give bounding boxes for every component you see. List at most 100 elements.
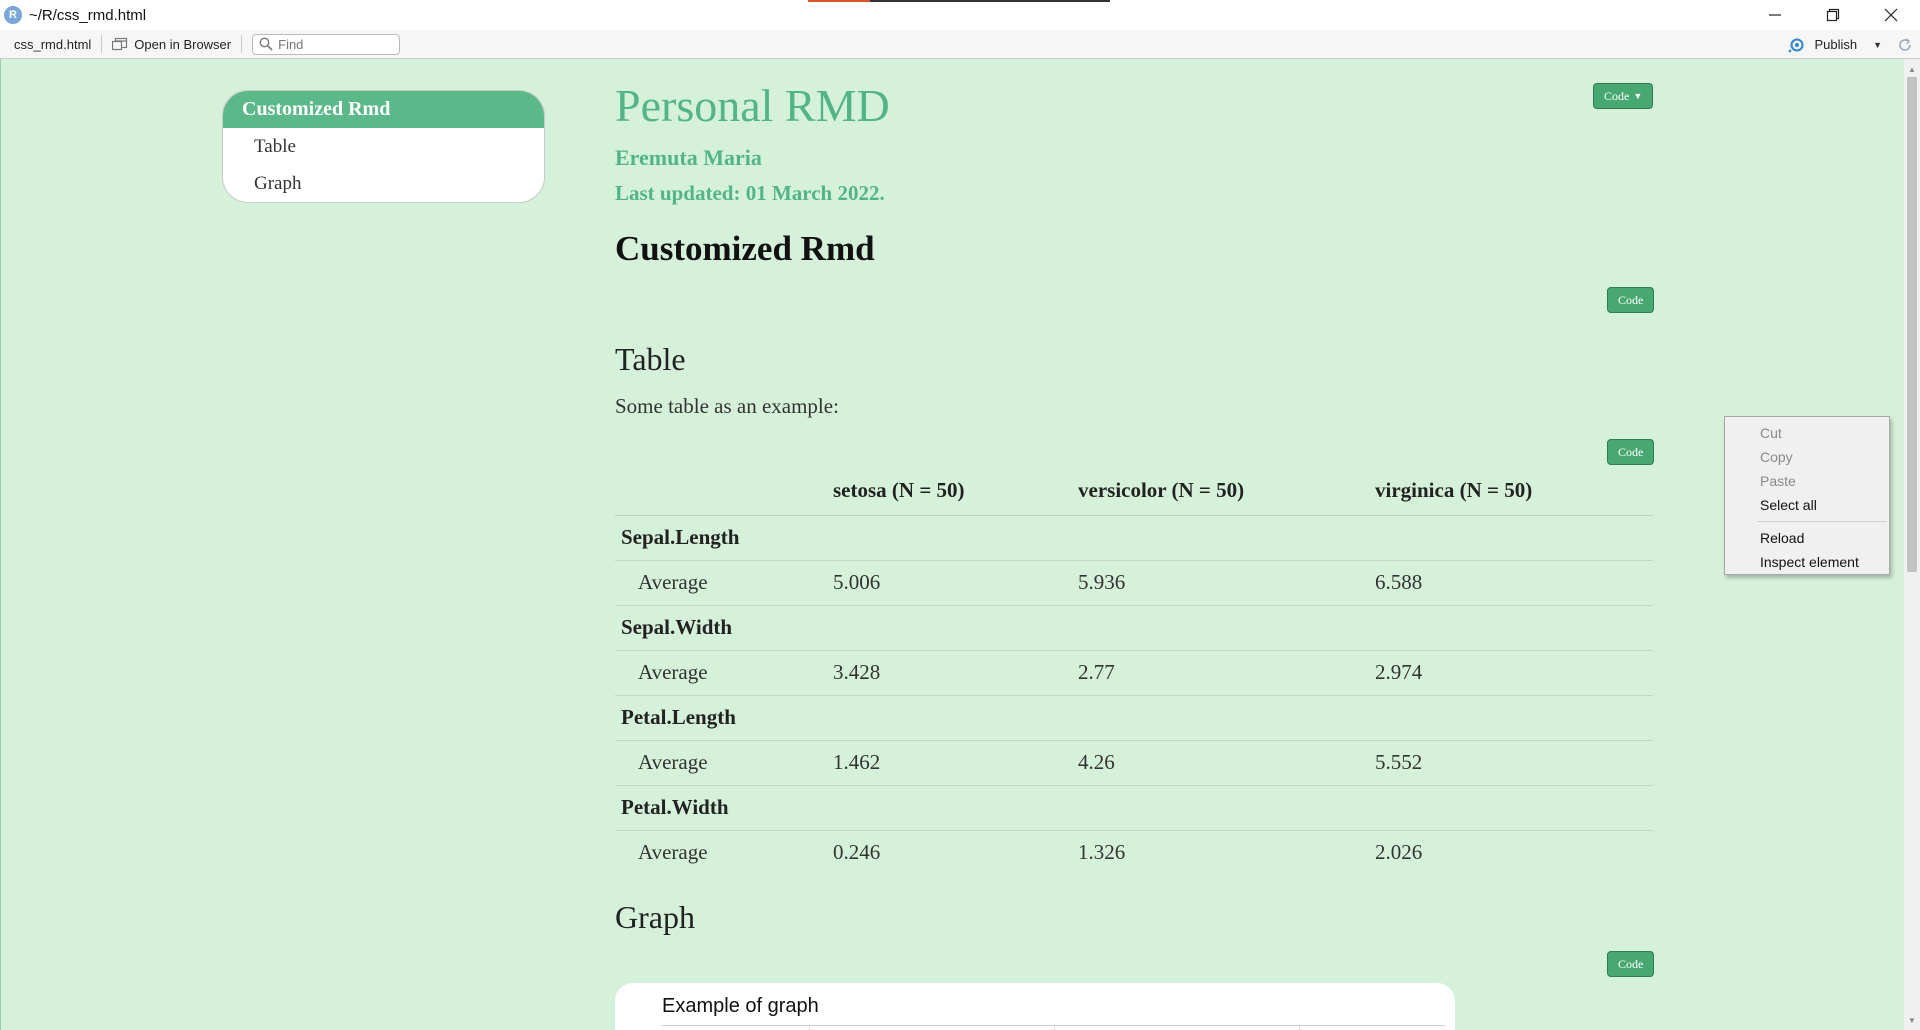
publish-dropdown-icon[interactable]: ▼	[1873, 40, 1882, 50]
context-menu-copy: Copy	[1760, 449, 1793, 465]
table-header-cell: setosa (N = 50)	[833, 467, 1078, 516]
table-cell: 3.428	[833, 650, 1078, 696]
file-name-label: css_rmd.html	[14, 36, 92, 52]
table-cell: 5.006	[833, 560, 1078, 606]
table-header-row: setosa (N = 50) versicolor (N = 50) virg…	[615, 467, 1653, 516]
section-heading-customized-rmd: Customized Rmd	[615, 229, 875, 268]
code-label: Code	[1618, 444, 1644, 459]
summary-table: setosa (N = 50) versicolor (N = 50) virg…	[615, 467, 1653, 875]
find-box[interactable]	[252, 33, 401, 55]
table-cell: 2.026	[1375, 840, 1423, 865]
toc-item-table[interactable]: Table	[223, 128, 544, 165]
toolbar-divider	[101, 35, 103, 53]
publish-icon	[1788, 38, 1804, 53]
open-in-browser-label: Open in Browser	[134, 36, 232, 52]
table-group-label: Petal.Length	[615, 695, 1653, 741]
toc-item-graph[interactable]: Graph	[223, 165, 544, 202]
publish-button[interactable]: Publish ▼	[1788, 37, 1882, 53]
context-menu-select-all[interactable]: Select all	[1725, 493, 1889, 517]
section-heading-graph: Graph	[615, 899, 695, 935]
caret-down-icon: ▼	[1633, 91, 1643, 101]
window-title: ~/R/css_rmd.html	[29, 6, 147, 24]
table-cell: 5.552	[1375, 740, 1653, 786]
table-group-label: Sepal.Length	[615, 515, 1653, 561]
context-menu-paste: Paste	[1760, 473, 1796, 489]
table-cell: 0.246	[833, 840, 881, 865]
table-row: Average 1.462 4.26 5.552	[615, 740, 1653, 786]
table-of-contents: Customized Rmd Table Graph	[222, 90, 545, 203]
context-menu: Cut Copy Paste Select all Reload Inspect…	[1724, 416, 1890, 575]
window-title-bar: R ~/R/css_rmd.html	[0, 0, 1920, 30]
table-stat-label: Average	[615, 560, 833, 606]
table-stat-label: Average	[615, 650, 833, 696]
restore-button[interactable]	[1804, 0, 1862, 30]
table-stat-label: Average	[615, 740, 833, 786]
minimize-button[interactable]	[1746, 0, 1804, 30]
table-group-row: Sepal.Length	[615, 515, 1653, 561]
table-header-cell	[615, 467, 833, 516]
search-icon	[259, 37, 273, 51]
code-label: Code	[1618, 956, 1644, 971]
table-cell: 5.936	[1078, 560, 1375, 606]
table-group-label: Sepal.Width	[615, 605, 1653, 651]
scroll-up-icon[interactable]: ▲	[1904, 61, 1920, 77]
close-button[interactable]	[1862, 0, 1920, 30]
rstudio-logo-icon: R	[4, 6, 22, 24]
graph-title: Example of graph	[662, 995, 819, 1017]
document-viewport: Customized Rmd Table Graph Personal RMD …	[0, 59, 1904, 1030]
toc-item-customized-rmd[interactable]: Customized Rmd	[223, 91, 544, 128]
code-toggle-button[interactable]: Code	[1607, 439, 1655, 465]
table-cell: 2.77	[1078, 650, 1375, 696]
table-cell: 2.974	[1375, 650, 1653, 696]
viewer-toolbar: css_rmd.html Open in Browser Publish ▼	[0, 30, 1920, 59]
title-progress-accent	[808, 0, 1110, 2]
close-icon	[1884, 8, 1898, 22]
code-all-dropdown-button[interactable]: Code ▼	[1593, 83, 1654, 109]
open-in-browser-icon	[112, 37, 128, 51]
graph-gridline	[1299, 1026, 1300, 1030]
table-group-label: Petal.Width	[615, 785, 1653, 831]
table-header-cell: virginica (N = 50)	[1375, 467, 1653, 516]
vertical-scrollbar[interactable]: ▲ ▼	[1904, 59, 1920, 1030]
graph-plot-area	[662, 1025, 1445, 1030]
table-group-row: Sepal.Width	[615, 605, 1653, 651]
restore-icon	[1826, 8, 1840, 22]
code-all-label: Code	[1604, 88, 1630, 103]
refresh-button[interactable]	[1896, 36, 1914, 54]
table-stat-label: Average	[638, 840, 708, 865]
context-menu-inspect-element[interactable]: Inspect element	[1725, 550, 1889, 574]
scroll-down-icon[interactable]: ▼	[1904, 1012, 1920, 1028]
graph-gridline	[809, 1026, 810, 1030]
section-heading-table: Table	[615, 341, 686, 377]
graph-card: Example of graph	[615, 983, 1455, 1030]
open-in-browser-button[interactable]: Open in Browser	[112, 37, 231, 52]
scrollbar-thumb[interactable]	[1907, 77, 1917, 572]
refresh-icon	[1899, 37, 1911, 51]
context-menu-cut: Cut	[1760, 425, 1782, 441]
table-row: Average 5.006 5.936 6.588	[615, 560, 1653, 606]
table-cell: 6.588	[1375, 560, 1653, 606]
table-header-cell: versicolor (N = 50)	[1078, 467, 1375, 516]
toolbar-divider	[241, 35, 243, 53]
code-toggle-button[interactable]: Code	[1607, 287, 1655, 313]
table-cell: 1.462	[833, 740, 1078, 786]
graph-gridline	[1054, 1026, 1055, 1030]
table-row: Average 0.246 1.326 2.026	[615, 830, 1653, 875]
publish-label: Publish	[1814, 37, 1858, 52]
context-menu-reload[interactable]: Reload	[1725, 526, 1889, 550]
code-toggle-button[interactable]: Code	[1607, 951, 1655, 977]
table-group-row: Petal.Length	[615, 695, 1653, 741]
table-cell: 4.26	[1078, 740, 1375, 786]
toolbar-right: Publish ▼	[1788, 30, 1920, 59]
minimize-icon	[1769, 14, 1781, 16]
table-cell: 1.326	[1078, 840, 1126, 865]
document-date: Last updated: 01 March 2022.	[615, 181, 885, 205]
document-title: Personal RMD	[615, 80, 890, 131]
table-intro-text: Some table as an example:	[615, 394, 839, 418]
window-controls	[1746, 0, 1920, 30]
find-input[interactable]	[278, 36, 389, 52]
document-author: Eremuta Maria	[615, 145, 762, 170]
table-group-row: Petal.Width	[615, 785, 1653, 831]
context-menu-divider	[1757, 521, 1887, 522]
code-label: Code	[1618, 292, 1644, 307]
